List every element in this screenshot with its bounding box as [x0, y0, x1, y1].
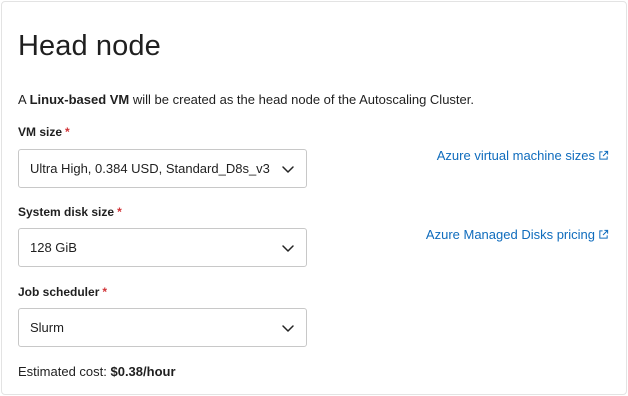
intro-prefix: A [18, 92, 30, 107]
estimated-cost-label: Estimated cost: [18, 364, 111, 379]
disk-pricing-link[interactable]: Azure Managed Disks pricing [426, 227, 609, 242]
vm-size-select[interactable]: Ultra High, 0.384 USD, Standard_D8s_v3 [18, 149, 307, 188]
disk-size-label-text: System disk size [18, 205, 115, 219]
vm-sizes-link-text: Azure virtual machine sizes [436, 148, 595, 163]
required-mark: * [117, 205, 122, 219]
disk-size-label: System disk size * [18, 205, 122, 219]
intro-text: A Linux-based VM will be created as the … [18, 92, 474, 107]
chevron-down-icon [282, 166, 294, 173]
disk-size-select[interactable]: 128 GiB [18, 228, 307, 267]
disk-size-value: 128 GiB [30, 240, 77, 255]
intro-suffix: will be created as the head node of the … [129, 92, 474, 107]
scheduler-label-text: Job scheduler [18, 285, 100, 299]
intro-bold: Linux-based VM [29, 92, 130, 107]
head-node-card: Head node A Linux-based VM will be creat… [1, 1, 627, 395]
page-title: Head node [18, 30, 161, 62]
scheduler-value: Slurm [30, 320, 64, 335]
external-link-icon [599, 150, 609, 160]
vm-size-label: VM size * [18, 125, 70, 139]
external-link-icon [599, 229, 609, 239]
vm-sizes-link[interactable]: Azure virtual machine sizes [437, 148, 609, 163]
scheduler-label: Job scheduler * [18, 285, 107, 299]
scheduler-select[interactable]: Slurm [18, 308, 307, 347]
estimated-cost: Estimated cost: $0.38/hour [18, 364, 176, 379]
estimated-cost-value: $0.38/hour [110, 364, 176, 379]
chevron-down-icon [282, 325, 294, 332]
required-mark: * [102, 285, 108, 299]
chevron-down-icon [282, 245, 294, 252]
required-mark: * [65, 125, 70, 139]
vm-size-label-text: VM size [18, 125, 63, 139]
vm-size-value: Ultra High, 0.384 USD, Standard_D8s_v3 [30, 161, 270, 176]
disk-pricing-link-text: Azure Managed Disks pricing [425, 227, 595, 242]
